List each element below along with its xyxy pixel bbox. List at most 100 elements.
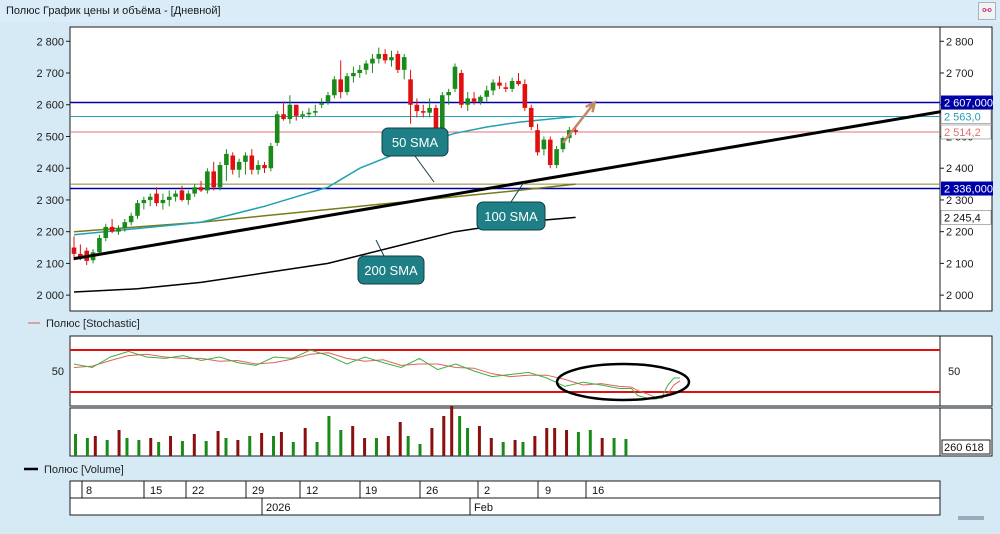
resize-grip[interactable] [958, 516, 984, 520]
candle-body [376, 53, 382, 59]
candle-body [173, 193, 178, 197]
candle-body [459, 73, 464, 105]
chart-window: Полюс График цены и объёма - [Дневной] ⚯… [0, 0, 1000, 534]
volume-bar [137, 440, 141, 456]
price-pane [69, 26, 941, 312]
candle-body [141, 199, 147, 204]
day-tick-label: 29 [252, 485, 264, 497]
stochastic-label: Полюс [Stochastic] [46, 318, 140, 330]
volume-bar [204, 441, 208, 456]
volume-bar [216, 431, 220, 456]
volume-legend: Полюс [Volume] [24, 464, 124, 476]
candle-body [497, 82, 502, 86]
candle-body [166, 196, 172, 200]
candle-body [249, 155, 255, 170]
candle-body [414, 104, 420, 112]
volume-bar [180, 441, 184, 456]
volume-bar [315, 442, 319, 456]
volume-bar [521, 442, 525, 456]
candle-body [243, 155, 248, 162]
price-tick-label-left: 2 400 [36, 163, 64, 175]
candle-body [370, 58, 375, 64]
link-icon[interactable]: ⚯ [978, 2, 996, 20]
candle-body [338, 79, 343, 93]
candle-body [401, 57, 407, 70]
candle-body [198, 187, 204, 191]
volume-bar [565, 430, 569, 456]
volume-bar [272, 436, 275, 456]
candle-body [293, 104, 299, 116]
volume-bar [466, 428, 470, 456]
candle-body [306, 112, 312, 115]
volume-pane [69, 407, 941, 457]
price-tick-label-left: 2 700 [36, 68, 64, 80]
candle-body [509, 80, 515, 89]
volume-bar [458, 416, 462, 456]
candle-body [313, 111, 318, 113]
volume-bar [363, 438, 367, 456]
candle-body [192, 187, 197, 194]
candle-body [224, 153, 229, 166]
stochastic-tick-right: 50 [948, 366, 960, 378]
candle-body [274, 114, 280, 143]
time-axis-periods [69, 497, 941, 516]
volume-bar [576, 432, 580, 456]
candle-body [427, 107, 432, 113]
candle-body [465, 98, 470, 105]
volume-bar [442, 416, 446, 456]
level-label-text: 2 245,4 [944, 212, 981, 224]
volume-bar [105, 440, 109, 456]
day-tick-label: 8 [86, 485, 92, 497]
day-tick-label: 15 [150, 485, 162, 497]
volume-bar [418, 444, 422, 456]
volume-label: Полюс [Volume] [44, 464, 124, 476]
day-tick-label: 9 [545, 485, 551, 497]
candle-body [408, 79, 413, 105]
price-chart: 2 000 2 100 2 200 2 300 2 400 2 500 2 600 2 700… [24, 26, 993, 520]
period-label: 2026 [266, 502, 290, 514]
volume-bar [303, 428, 307, 456]
day-tick-label: 2 [484, 485, 490, 497]
volume-bar [545, 428, 549, 456]
volume-badge: 260 618 [944, 442, 984, 454]
price-tick-label-left: 2 000 [36, 290, 64, 302]
volume-bar [489, 438, 493, 456]
candle-body [262, 165, 267, 169]
candle-body [97, 238, 102, 253]
day-tick-label: 19 [365, 485, 377, 497]
volume-bar [74, 434, 77, 456]
candle-body [147, 196, 153, 200]
candle-body [541, 139, 547, 150]
candle-body [211, 171, 216, 188]
volume-bar [624, 439, 628, 456]
volume-bar [85, 438, 89, 456]
candle-body [128, 215, 134, 223]
candle-body [547, 139, 553, 166]
volume-bar [398, 422, 402, 456]
candle-body [516, 80, 521, 85]
day-tick-label: 16 [592, 485, 604, 497]
price-axis-left: 2 000 2 100 2 200 2 300 2 400 2 500 2 600 2 700… [36, 36, 70, 302]
level-badge-text: 2 336,000 [944, 184, 993, 196]
candle-body [281, 114, 286, 120]
candle-body [363, 63, 369, 70]
volume-bar [533, 436, 537, 456]
volume-bar [279, 432, 283, 456]
stochastic-legend: Полюс [Stochastic] [28, 318, 140, 330]
level-badge-text: 2 607,000 [944, 98, 993, 110]
candle-body [382, 53, 388, 61]
candle-body [135, 203, 140, 216]
candle-body [471, 98, 477, 102]
candle-body [357, 69, 363, 74]
title-bar: Полюс График цены и объёма - [Дневной] ⚯ [0, 0, 1000, 22]
price-tick-label-right: 2 200 [946, 227, 974, 239]
candle-body [554, 149, 559, 166]
candle-body [332, 79, 337, 96]
level-label-text: 2 563,0 [944, 111, 981, 123]
volume-bar [430, 428, 434, 456]
candle-body [116, 228, 121, 232]
candle-body [71, 247, 77, 254]
candle-body [319, 103, 324, 105]
day-tick-label: 12 [306, 485, 318, 497]
price-tick-label-left: 2 600 [36, 100, 64, 112]
